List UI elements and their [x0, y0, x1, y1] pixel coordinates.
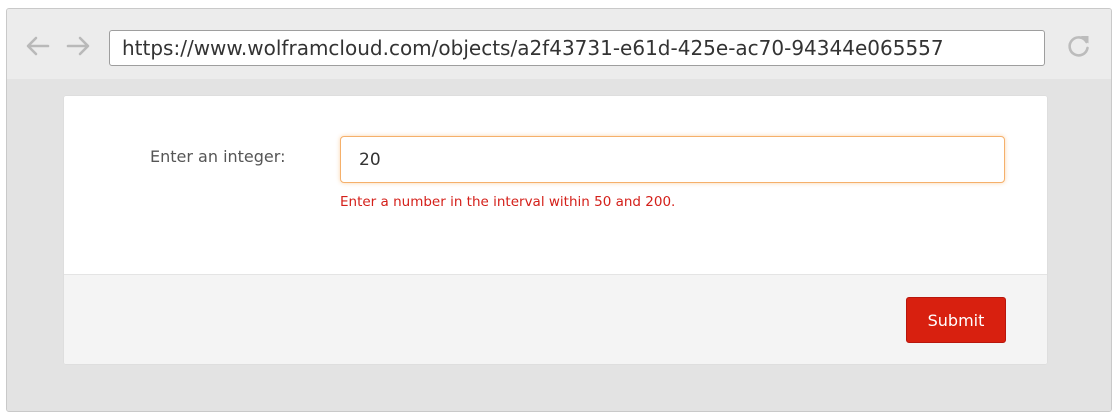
- integer-field-label: Enter an integer:: [150, 147, 286, 166]
- reload-icon: [1065, 36, 1093, 64]
- address-bar[interactable]: https://www.wolframcloud.com/objects/a2f…: [109, 30, 1045, 66]
- arrow-left-icon: [23, 34, 53, 58]
- forward-button[interactable]: [63, 34, 93, 58]
- page-content: Enter an integer: Enter a number in the …: [7, 79, 1111, 411]
- form-footer: Submit: [64, 274, 1047, 364]
- browser-window: https://www.wolframcloud.com/objects/a2f…: [6, 8, 1112, 412]
- form-card: Enter an integer: Enter a number in the …: [64, 96, 1047, 364]
- browser-toolbar: https://www.wolframcloud.com/objects/a2f…: [7, 9, 1111, 79]
- arrow-right-icon: [63, 34, 93, 58]
- back-button[interactable]: [23, 34, 53, 58]
- integer-input[interactable]: [340, 136, 1005, 183]
- reload-button[interactable]: [1065, 32, 1093, 60]
- submit-button[interactable]: Submit: [906, 297, 1006, 343]
- validation-error-message: Enter a number in the interval within 50…: [340, 194, 676, 210]
